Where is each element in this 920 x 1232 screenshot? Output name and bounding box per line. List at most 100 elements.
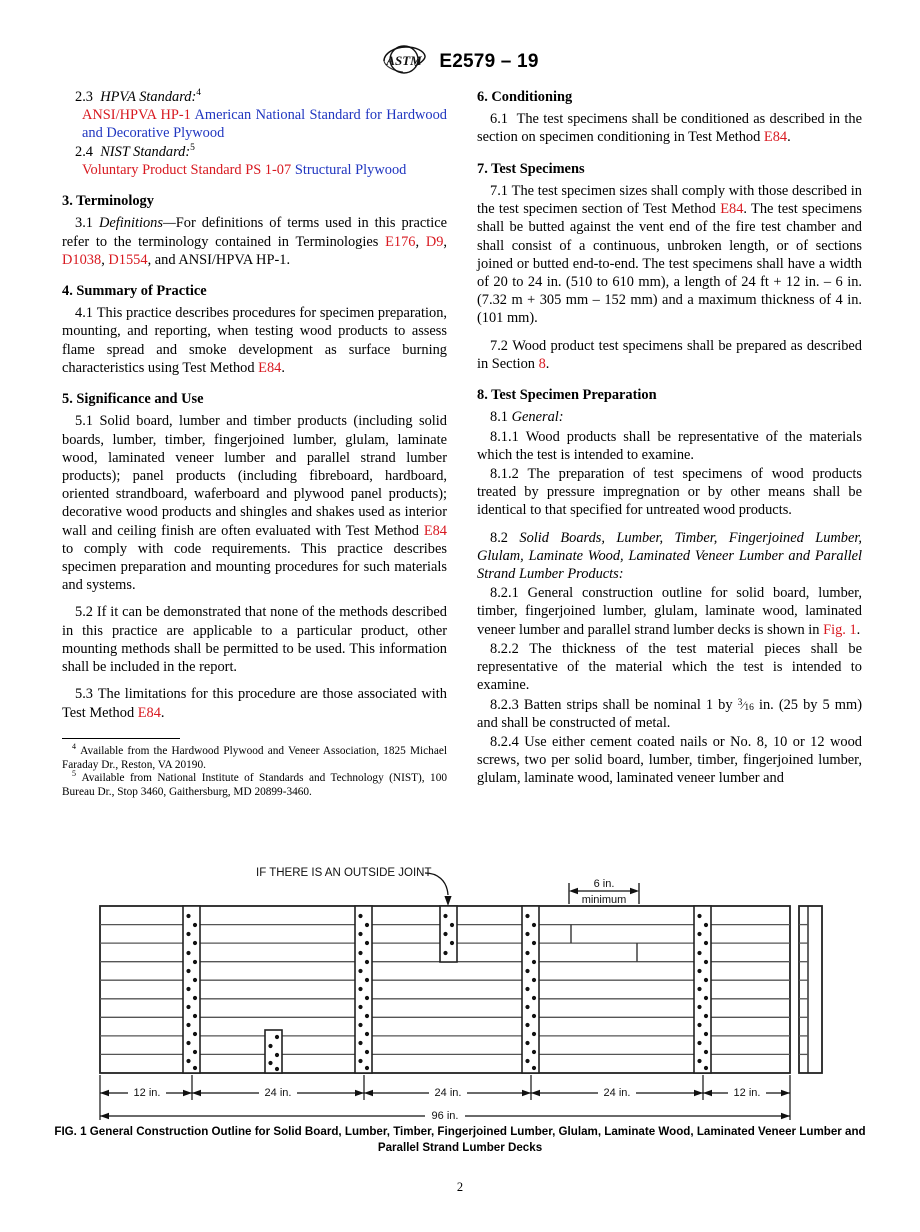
paragraph-5-1: 5.1 Solid board, lumber and timber produ… <box>62 413 447 594</box>
paragraph-4-1: 4.1 This practice describes procedures f… <box>62 305 447 376</box>
reference-ansi-hpva-hp1: ANSI/HPVA HP-1 American National Standar… <box>62 106 447 142</box>
section-7-heading: 7. Test Specimens <box>477 160 585 177</box>
paragraph-text: If it can be demonstrated that none of t… <box>62 604 447 676</box>
footnote-number: 5 <box>72 769 76 779</box>
footnotes-block: 4 Available from the Hardwood Plywood an… <box>62 737 448 800</box>
standard-ref-e84[interactable]: E84 <box>138 705 161 721</box>
paragraph-number: 8.2.3 <box>490 696 519 713</box>
paragraph-number: 8.1.2 <box>490 465 519 482</box>
annotation-outside-joint-label: IF THERE IS AN OUTSIDE JOINT <box>256 867 432 879</box>
paragraph-5-3: 5.3 The limitations for this procedure a… <box>62 686 447 721</box>
paragraph-5-2: 5.2 If it can be demonstrated that none … <box>62 603 447 676</box>
dimension-label: 24 in. <box>435 1087 462 1099</box>
body-columns: 2.3 HPVA Standard:4 ANSI/HPVA HP-1 Ameri… <box>62 88 862 800</box>
batten-strip-outside-joint <box>439 905 458 963</box>
paragraph-8-2-4: 8.2.4 Use either cement coated nails or … <box>477 733 862 788</box>
batten-strip <box>354 905 373 1074</box>
paragraph-8-2-3: 8.2.3 Batten strips shall be nominal 1 b… <box>477 696 862 732</box>
paragraph-number: 6.1 <box>490 111 508 128</box>
paragraph-number: 5.3 <box>75 686 93 703</box>
fraction-three-sixteenths: 3⁄16 <box>737 697 754 713</box>
dimension-label: 12 in. <box>134 1087 161 1099</box>
dimension-six-inch-minimum: 6 in. minimum <box>568 878 640 906</box>
document-page: ASTM E2579 – 19 2.3 HPVA Standard:4 ANSI… <box>0 0 920 1232</box>
section-2-4-title: 2.4 NIST Standard:5 <box>62 143 447 161</box>
footnote-text: Available from the Hardwood Plywood and … <box>62 744 447 771</box>
standard-ref-d9[interactable]: D9 <box>426 234 444 250</box>
reference-designation[interactable]: ANSI/HPVA HP-1 <box>82 107 191 123</box>
paragraph-number: 5.2 <box>75 604 93 621</box>
standard-ref-e84[interactable]: E84 <box>424 523 447 539</box>
left-column: 2.3 HPVA Standard:4 ANSI/HPVA HP-1 Ameri… <box>62 88 447 800</box>
paragraph-6-1: 6.1 The test specimens shall be conditio… <box>477 111 862 146</box>
paragraph-number: 7.2 <box>490 337 508 354</box>
paragraph-text: The limitations for this procedure are t… <box>62 686 447 721</box>
paragraph-label: General: <box>511 409 564 426</box>
dimension-label-six-in: 6 in. <box>594 878 615 890</box>
paragraph-text-cont: . The test specimens shall be butted aga… <box>477 201 862 327</box>
standard-ref-d1554[interactable]: D1554 <box>108 252 147 268</box>
reference-ps-1-07: Voluntary Product Standard PS 1-07 Struc… <box>62 161 447 179</box>
astm-logo-icon: ASTM <box>381 44 427 79</box>
figure-1-caption: FIG. 1 General Construction Outline for … <box>45 1124 875 1155</box>
definitions-term: Definitions— <box>98 215 176 232</box>
paragraph-8-2-1: 8.2.1 General construction outline for s… <box>477 585 862 638</box>
paragraph-number: 8.2.1 <box>490 585 519 602</box>
footnote-5: 5 Available from National Institute of S… <box>62 769 448 800</box>
dimension-label: 12 in. <box>734 1087 761 1099</box>
standard-ref-e84[interactable]: E84 <box>720 201 743 217</box>
paragraph-number: 8.2.2 <box>490 640 519 657</box>
batten-strip <box>521 905 540 1074</box>
paragraph-label: Solid Boards, Lumber, Timber, Fingerjoin… <box>477 529 862 583</box>
document-designation: E2579 – 19 <box>439 50 539 72</box>
section-2-3-title: 2.3 HPVA Standard:4 <box>62 88 447 106</box>
figure-1: IF THERE IS AN OUTSIDE JOINT 6 in. minim… <box>0 862 920 1167</box>
section-4-heading: 4. Summary of Practice <box>62 282 207 299</box>
footnote-text: Available from National Institute of Sta… <box>62 772 448 799</box>
section-2-4-label: NIST Standard: <box>100 143 191 160</box>
paragraph-number: 8.2.4 <box>490 734 519 750</box>
paragraph-7-2: 7.2 Wood product test specimens shall be… <box>477 337 862 372</box>
footnote-marker-4: 4 <box>196 88 202 99</box>
paragraph-number: 8.1.1 <box>490 428 519 445</box>
dimension-total: 96 in. <box>100 1109 790 1123</box>
section-ref-8[interactable]: 8 <box>539 356 546 372</box>
page-header: ASTM E2579 – 19 <box>0 44 920 79</box>
svg-text:ASTM: ASTM <box>386 53 423 68</box>
paragraph-text: The thickness of the test material piece… <box>477 640 862 694</box>
dimension-label-minimum: minimum <box>582 894 627 906</box>
standard-ref-e84[interactable]: E84 <box>258 360 281 376</box>
section-2-3-label: HPVA Standard: <box>100 89 197 105</box>
dimension-label: 24 in. <box>265 1087 292 1099</box>
section-3-heading: 3. Terminology <box>62 193 154 210</box>
batten-strip-inner-joint <box>264 1029 283 1074</box>
dimension-label: 24 in. <box>604 1087 631 1099</box>
paragraph-number: 8.2 <box>490 529 508 546</box>
figure-1-drawing: IF THERE IS AN OUTSIDE JOINT 6 in. minim… <box>99 867 823 1123</box>
section-5-heading: 5. Significance and Use <box>62 391 204 408</box>
standard-ref-e84[interactable]: E84 <box>764 129 787 145</box>
footnote-number: 4 <box>72 742 76 752</box>
paragraph-number: 5.1 <box>75 413 93 430</box>
standard-ref-d1038[interactable]: D1038 <box>62 252 101 268</box>
figure-ref-1[interactable]: Fig. 1 <box>823 622 857 638</box>
footnote-marker-5: 5 <box>190 142 195 153</box>
reference-title[interactable]: Structural Plywood <box>295 162 407 178</box>
paragraph-8-1-1: 8.1.1 Wood products shall be representat… <box>477 428 862 464</box>
reference-designation[interactable]: Voluntary Product Standard PS 1-07 <box>82 162 291 178</box>
paragraph-text: Use either cement coated nails or No. 8,… <box>477 734 862 787</box>
paragraph-text: Batten strips shall be nominal 1 by <box>523 696 738 713</box>
paragraph-3-1: 3.1 Definitions—For definitions of terms… <box>62 215 448 268</box>
standard-ref-e176[interactable]: E176 <box>385 234 415 250</box>
dimension-label-total: 96 in. <box>432 1110 459 1122</box>
section-2-3-number: 2.3 <box>75 89 93 105</box>
paragraph-7-1: 7.1 The test specimen sizes shall comply… <box>477 182 862 328</box>
right-column: 6. Conditioning 6.1 The test specimens s… <box>477 88 862 788</box>
footnote-separator-rule <box>62 737 180 739</box>
annotation-arrowhead <box>444 896 452 906</box>
end-panel-edge-view <box>798 905 823 1074</box>
paragraph-number: 4.1 <box>75 305 93 322</box>
batten-strip <box>693 905 712 1074</box>
paragraph-text: Solid board, lumber and timber products … <box>62 413 447 539</box>
paragraph-number: 8.1 <box>490 409 508 426</box>
